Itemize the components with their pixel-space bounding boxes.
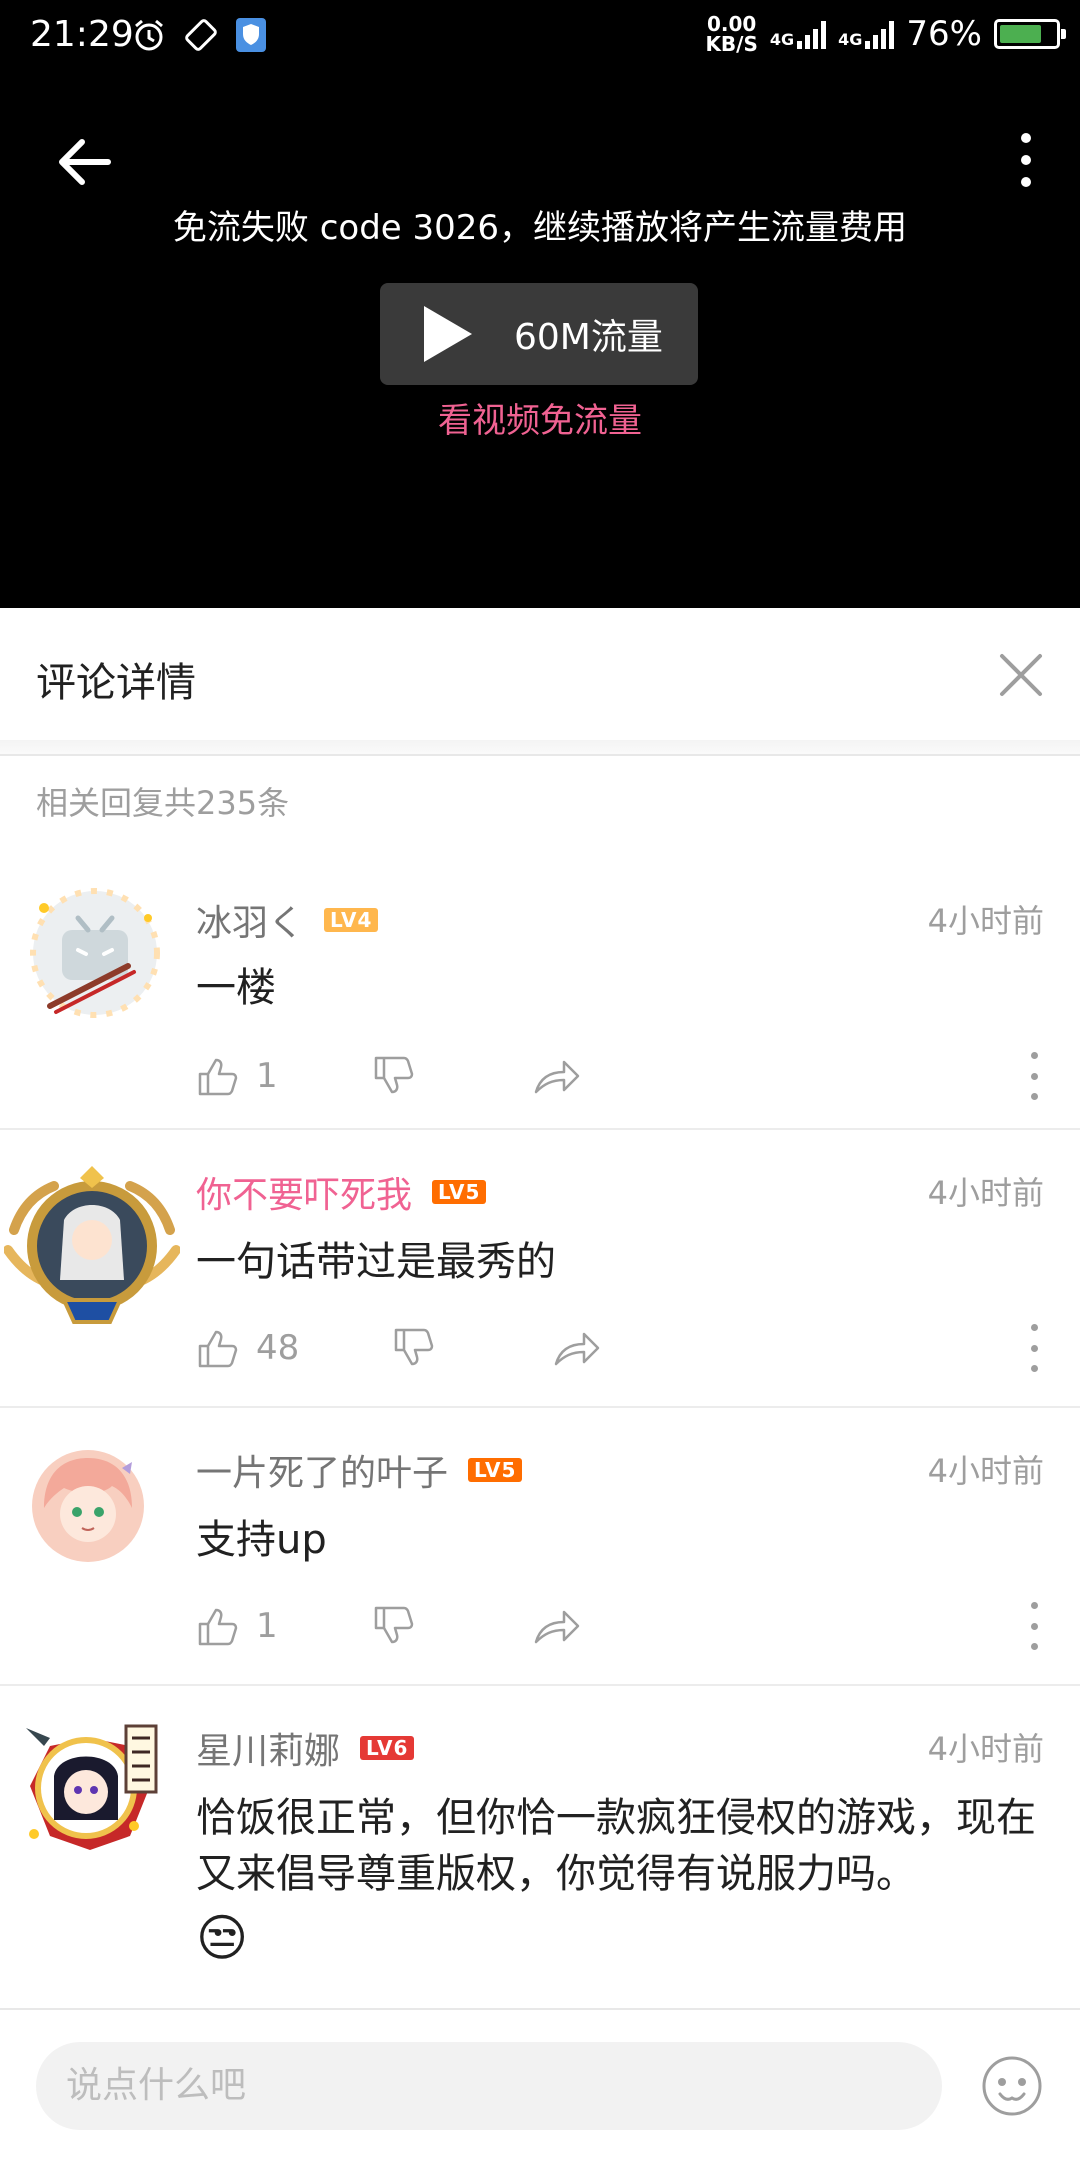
battery-icon: [994, 19, 1066, 49]
back-arrow-icon[interactable]: [52, 130, 116, 194]
comment-username[interactable]: 星川莉娜 LV6: [196, 1722, 415, 1774]
comment-actions: 48: [196, 1318, 1080, 1378]
comment-text: 恰饭很正常，但你恰一款疯狂侵权的游戏，现在又来倡导尊重版权，你觉得有说服力吗。: [196, 1795, 1036, 1897]
comment-input[interactable]: 说点什么吧: [36, 2042, 942, 2130]
anime-girl-avatar-icon[interactable]: [30, 1448, 146, 1564]
thumb-up-icon: [198, 1330, 238, 1368]
video-player[interactable]: 免流失败 code 3026，继续播放将产生流量费用 60M流量 看视频免流量: [0, 78, 1080, 608]
comment-text: 支持up: [196, 1517, 327, 1563]
bilibili-tv-avatar-icon[interactable]: [20, 878, 170, 1028]
thumb-down-icon[interactable]: [392, 1318, 436, 1378]
page-title: 评论详情: [36, 660, 196, 706]
comment-emoji: 😒: [196, 1909, 249, 1967]
status-time: 21:29: [30, 14, 134, 55]
status-right: 0.00 KB/S 4G 4G 76%: [705, 12, 1066, 56]
comment-more-icon[interactable]: [1024, 1602, 1044, 1650]
more-options-icon[interactable]: [998, 128, 1054, 192]
comment-item: 冰羽く LV4 4小时前 一楼 1: [0, 860, 1080, 1130]
divider: [0, 740, 1080, 756]
share-icon[interactable]: [552, 1318, 602, 1378]
anime-girl-badge-avatar-icon[interactable]: [14, 1716, 164, 1866]
thumb-down-icon[interactable]: [372, 1046, 416, 1106]
comment-more-icon[interactable]: [1024, 1052, 1044, 1100]
comment-username[interactable]: 一片死了的叶子 LV5: [196, 1444, 523, 1496]
comment-time: 4小时前: [927, 1452, 1044, 1490]
emoji-icon[interactable]: [980, 2054, 1044, 2118]
status-bar: 21:29 0.00 KB/S 4G 4G 76%: [0, 0, 1080, 78]
comment-time: 4小时前: [927, 902, 1044, 940]
shield-icon: [236, 18, 266, 52]
thumb-up-icon: [198, 1058, 238, 1096]
level-badge: LV5: [468, 1458, 523, 1482]
close-icon[interactable]: [996, 650, 1046, 700]
share-icon[interactable]: [532, 1596, 582, 1656]
comment-time: 4小时前: [927, 1174, 1044, 1212]
level-badge: LV4: [324, 908, 379, 932]
comment-item: 星川莉娜 LV6 4小时前 恰饭很正常，但你恰一款疯狂侵权的游戏，现在又来倡导尊…: [0, 1686, 1080, 2008]
signal-2-icon: 4G: [838, 19, 895, 49]
comment-item: 你不要吓死我 LV5 4小时前 一句话带过是最秀的 48: [0, 1130, 1080, 1408]
play-with-data-button[interactable]: 60M流量: [380, 283, 698, 385]
like-button[interactable]: 1: [196, 1596, 278, 1656]
level-badge: LV5: [432, 1180, 487, 1204]
battery-fill: [1000, 25, 1042, 43]
network-speed: 0.00 KB/S: [705, 12, 758, 56]
battery-percent: 76%: [906, 14, 982, 54]
comment-actions: 1: [196, 1046, 1080, 1106]
alarm-icon: [135, 19, 163, 51]
thumb-up-icon: [198, 1608, 238, 1646]
comment-item: 一片死了的叶子 LV5 4小时前 支持up 1: [0, 1408, 1080, 1686]
comment-username[interactable]: 冰羽く LV4: [196, 894, 379, 946]
rotate-lock-icon: [185, 19, 217, 51]
like-count: 1: [256, 1606, 278, 1646]
play-icon: [424, 306, 472, 362]
comment-time: 4小时前: [927, 1730, 1044, 1768]
comment-text: 一句话带过是最秀的: [196, 1239, 556, 1285]
free-data-link[interactable]: 看视频免流量: [0, 393, 1080, 442]
comment-detail-header: 评论详情: [0, 608, 1080, 740]
like-count: 48: [256, 1328, 300, 1368]
level-badge: LV6: [360, 1736, 415, 1760]
like-button[interactable]: 1: [196, 1046, 278, 1106]
signal-1-icon: 4G: [770, 19, 827, 49]
like-count: 1: [256, 1056, 278, 1096]
thumb-down-icon[interactable]: [372, 1596, 416, 1656]
status-left-icons: [132, 18, 266, 52]
share-icon[interactable]: [532, 1046, 582, 1106]
like-button[interactable]: 48: [196, 1318, 299, 1378]
reply-count: 相关回复共235条: [36, 784, 290, 822]
comment-actions: 1: [196, 1596, 1080, 1656]
comment-username[interactable]: 你不要吓死我 LV5: [196, 1166, 487, 1218]
comment-more-icon[interactable]: [1024, 1324, 1044, 1372]
comment-input-bar: 说点什么吧: [0, 2008, 1080, 2160]
comment-text: 一楼: [196, 965, 276, 1011]
anime-girl-framed-avatar-icon[interactable]: [4, 1160, 180, 1330]
traffic-warning-message: 免流失败 code 3026，继续播放将产生流量费用: [172, 208, 908, 248]
play-button-label: 60M流量: [514, 317, 663, 358]
